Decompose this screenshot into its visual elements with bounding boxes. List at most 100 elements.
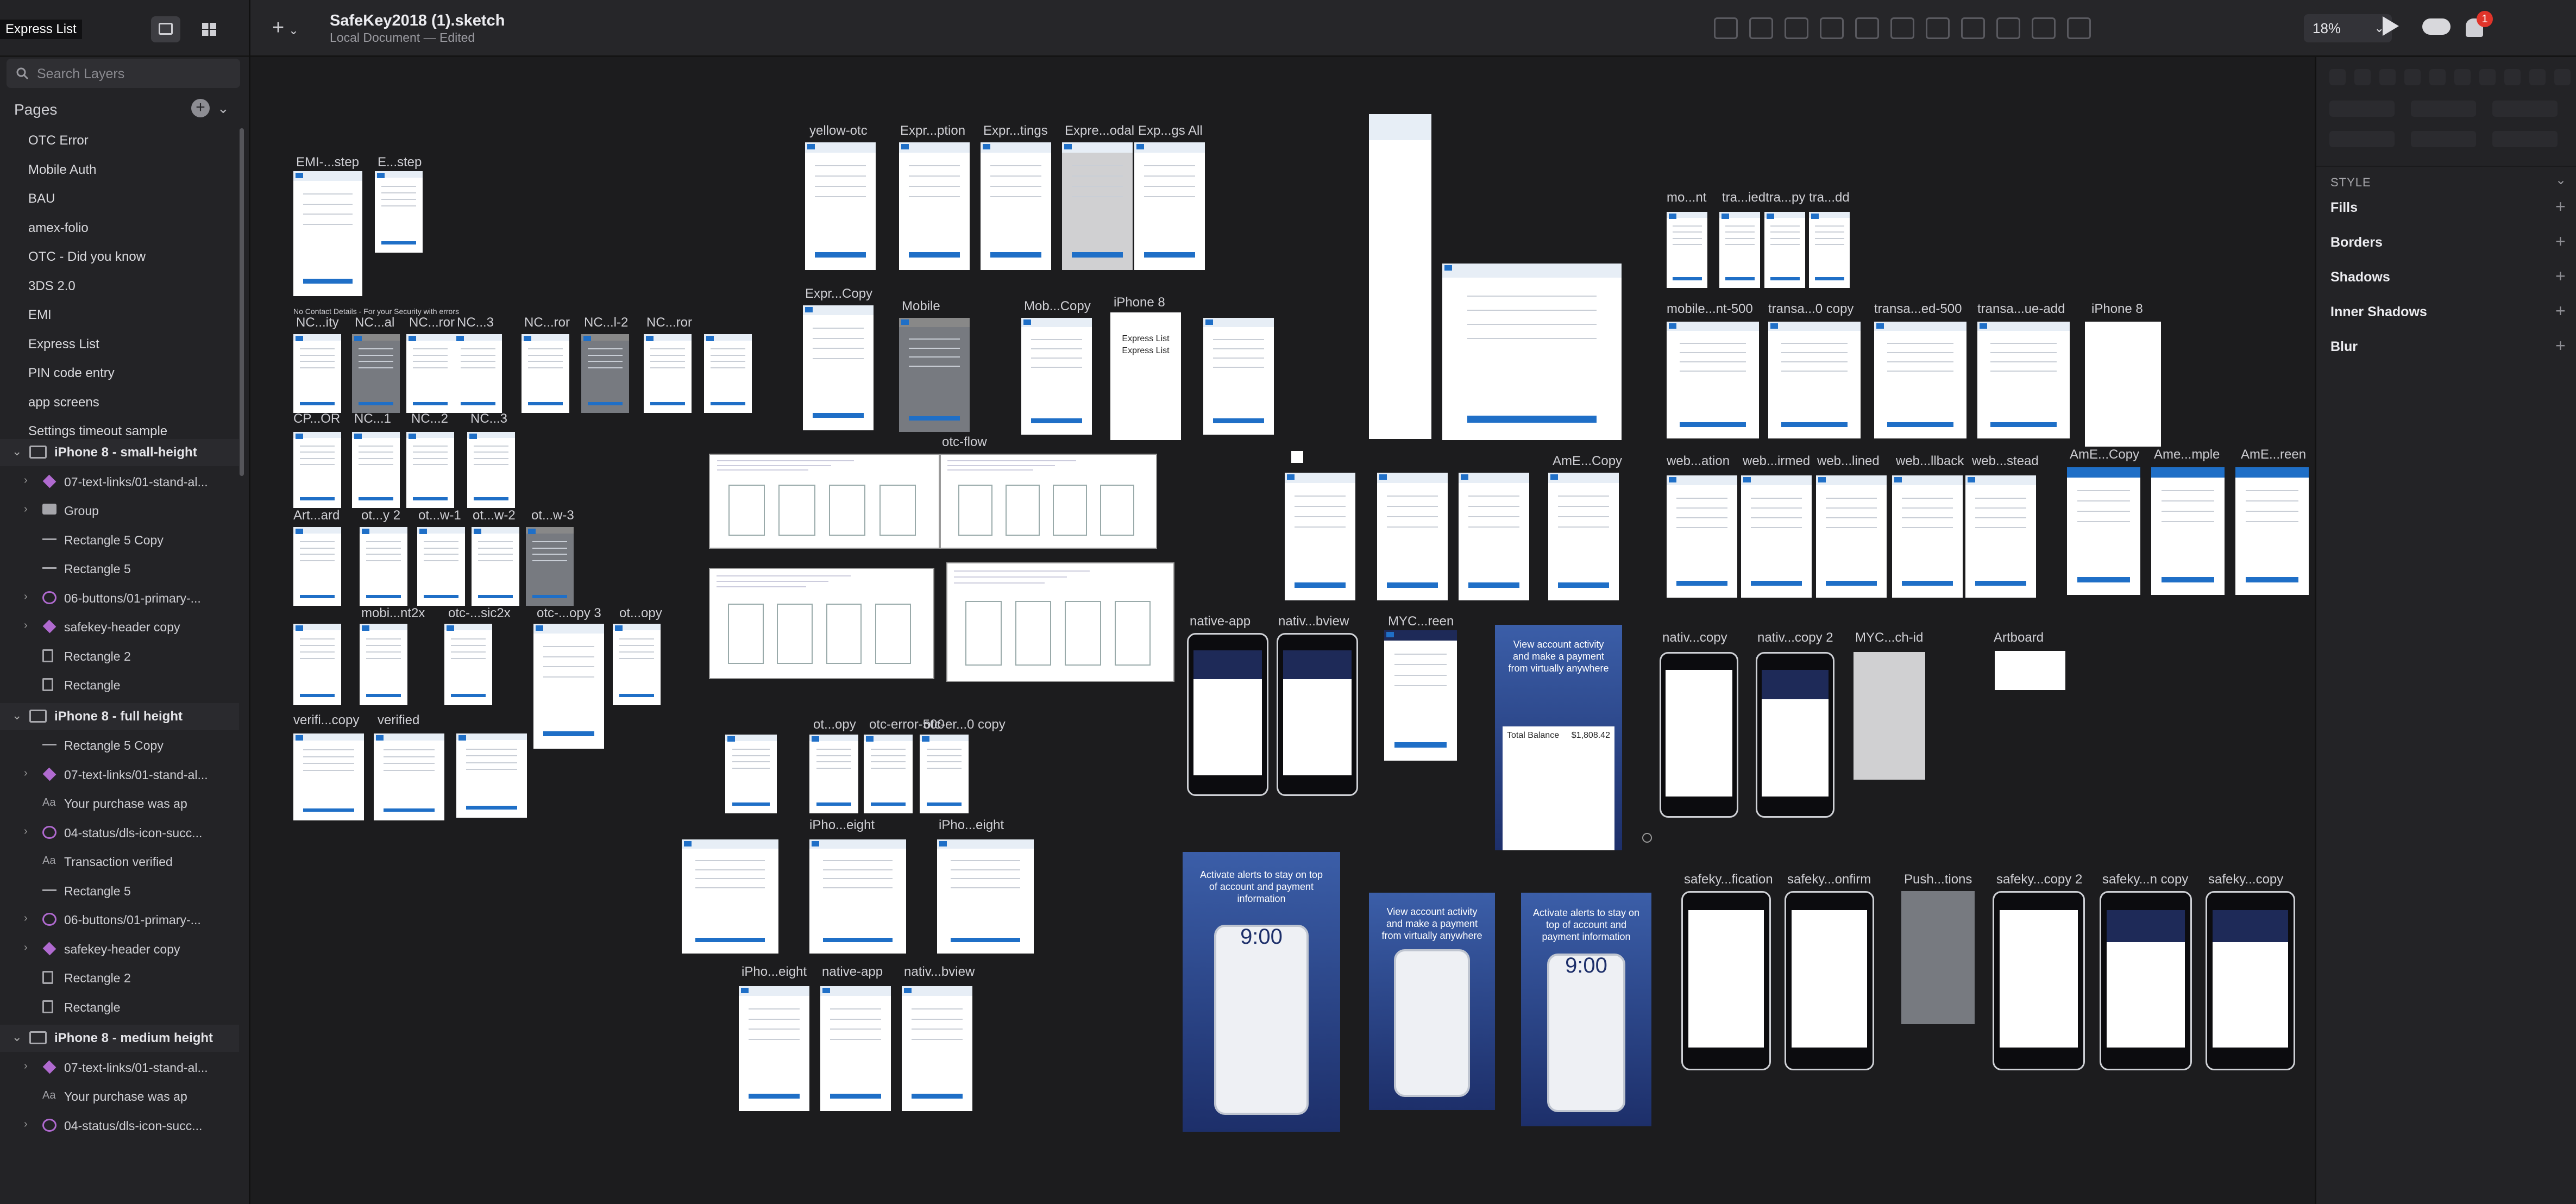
artboard-title[interactable]: Expre...odal	[1065, 123, 1134, 139]
flow-artboard[interactable]	[709, 568, 934, 679]
settings-artboard[interactable]	[1369, 114, 1431, 439]
artboard[interactable]	[522, 334, 569, 413]
artboard[interactable]	[293, 733, 364, 820]
artboard-title[interactable]: ot...w-2	[473, 508, 516, 523]
chevron-right-icon[interactable]: ›	[24, 619, 28, 632]
artboard-layer[interactable]: ⌄ iPhone 8 - full height	[0, 703, 239, 730]
pages-scrollbar[interactable]	[240, 128, 244, 476]
artboard-title[interactable]: Mobile	[902, 299, 940, 314]
balance-artboard[interactable]: View account activity and make a payment…	[1495, 625, 1622, 850]
boolean-icon[interactable]	[1926, 17, 1950, 39]
artboard-title[interactable]: NC...ity	[296, 315, 339, 330]
size-field[interactable]	[2329, 131, 2395, 147]
artboard[interactable]	[920, 735, 969, 813]
artboard-title[interactable]: web...irmed	[1743, 454, 1810, 469]
artboard-title[interactable]: transa...ue-add	[1977, 302, 2065, 317]
artboard[interactable]	[374, 733, 444, 820]
page-item[interactable]: amex-folio	[28, 221, 89, 236]
create-symbol-icon[interactable]	[1714, 17, 1738, 39]
components-view-toggle[interactable]	[194, 16, 224, 42]
chevron-right-icon[interactable]: ›	[24, 825, 28, 838]
add-fills-plus-icon[interactable]: +	[2555, 197, 2566, 217]
phone-mockup[interactable]	[1993, 891, 2085, 1070]
artboard-title[interactable]: NC...al	[355, 315, 394, 330]
position-field[interactable]	[2411, 101, 2476, 117]
artboard-title[interactable]: NC...1	[354, 411, 391, 427]
layer-row[interactable]: Rectangle	[0, 994, 239, 1021]
flow-artboard[interactable]	[709, 454, 940, 549]
artboard-title[interactable]: tra...py	[1765, 190, 1805, 205]
zoom-select[interactable]: 18% ⌄	[2304, 14, 2392, 42]
artboard[interactable]	[1809, 212, 1850, 288]
add-page-button[interactable]: +	[191, 99, 210, 117]
style-collapse-chevron-icon[interactable]: ⌄	[2555, 172, 2566, 188]
blank-artboard[interactable]	[1995, 651, 2065, 690]
artboard[interactable]	[704, 334, 752, 413]
artboard-title[interactable]: otc-...sic2x	[448, 606, 511, 621]
artboard[interactable]	[1874, 322, 1966, 438]
layer-row[interactable]: Rectangle 5	[0, 555, 239, 582]
artboard-title[interactable]: NC...ror	[409, 315, 455, 330]
artboard-title[interactable]: Artboard	[1994, 630, 2044, 645]
layer-row[interactable]: › 04-status/dls-icon-succ...	[0, 819, 239, 846]
layer-row[interactable]: › 07-text-links/01-stand-al...	[0, 761, 239, 788]
position-field[interactable]	[2329, 101, 2395, 117]
artboard[interactable]	[1977, 322, 2070, 438]
ungroup-icon[interactable]	[2067, 17, 2091, 39]
align-icon[interactable]	[2504, 69, 2521, 85]
inspector-section-inner-shadows[interactable]: Inner Shadows	[2330, 304, 2427, 320]
page-item[interactable]: EMI	[28, 308, 52, 323]
flow-artboard[interactable]	[940, 454, 1157, 549]
page-item[interactable]: 3DS 2.0	[28, 279, 76, 294]
artboard[interactable]	[1965, 475, 2036, 598]
artboard[interactable]	[2067, 467, 2140, 595]
artboard[interactable]	[613, 624, 661, 705]
flow-artboard[interactable]	[946, 562, 1174, 682]
align-icon[interactable]	[1749, 17, 1773, 39]
artboard-title[interactable]: iPho...eight	[742, 964, 807, 980]
page-item[interactable]: OTC - Did you know	[28, 249, 146, 265]
artboard[interactable]	[293, 432, 341, 508]
artboard[interactable]	[1203, 318, 1274, 435]
layer-row[interactable]: Rectangle 2	[0, 964, 239, 992]
artboard-title[interactable]: safeky...copy	[2208, 872, 2283, 887]
artboard[interactable]	[899, 142, 970, 270]
layer-row[interactable]: Aa Your purchase was ap	[0, 1083, 239, 1110]
artboard[interactable]	[444, 624, 492, 705]
artboard[interactable]	[1377, 473, 1448, 600]
selection-handle[interactable]	[1291, 451, 1303, 463]
artboard-title[interactable]: MYC...ch-id	[1855, 630, 1923, 645]
page-item[interactable]: Settings timeout sample	[28, 424, 167, 439]
chevron-right-icon[interactable]: ›	[24, 474, 28, 487]
artboard-title[interactable]: nativ...copy	[1662, 630, 1727, 645]
artboard-title[interactable]: CP...OR	[293, 411, 340, 427]
expand-chevron-icon[interactable]: ⌄	[12, 708, 22, 723]
push-notifications-artboard[interactable]	[1901, 891, 1975, 1024]
settings-gear-icon[interactable]	[1642, 833, 1652, 843]
size-field[interactable]	[2492, 131, 2558, 147]
artboard-title[interactable]: NC...l-2	[584, 315, 628, 330]
phone-mockup[interactable]	[1660, 652, 1738, 818]
artboard[interactable]	[739, 986, 809, 1111]
artboard[interactable]	[1062, 142, 1133, 270]
artboard-title[interactable]: ot...w-3	[531, 508, 574, 523]
artboard[interactable]	[352, 334, 400, 413]
artboard[interactable]	[864, 735, 913, 813]
artboard[interactable]	[1442, 264, 1622, 440]
artboard[interactable]	[644, 334, 692, 413]
artboard[interactable]	[406, 334, 454, 413]
layers-view-toggle[interactable]	[151, 16, 180, 42]
layer-row[interactable]: Rectangle 5	[0, 877, 239, 905]
artboard-title[interactable]: mobile...nt-500	[1667, 302, 1753, 317]
layer-row[interactable]: Aa Transaction verified	[0, 848, 239, 875]
align-icon[interactable]	[2554, 69, 2571, 85]
artboard[interactable]	[293, 624, 341, 705]
artboard[interactable]	[293, 527, 341, 606]
page-item[interactable]: PIN code entry	[28, 366, 115, 381]
layer-row[interactable]: › 07-text-links/01-stand-al...	[0, 468, 239, 496]
artboard-title[interactable]: otc-er...0 copy	[923, 717, 1006, 732]
phone-mockup[interactable]	[1277, 633, 1358, 796]
artboard[interactable]	[1285, 473, 1355, 600]
chevron-right-icon[interactable]: ›	[24, 503, 28, 516]
artboard-title[interactable]: nativ...bview	[904, 964, 975, 980]
